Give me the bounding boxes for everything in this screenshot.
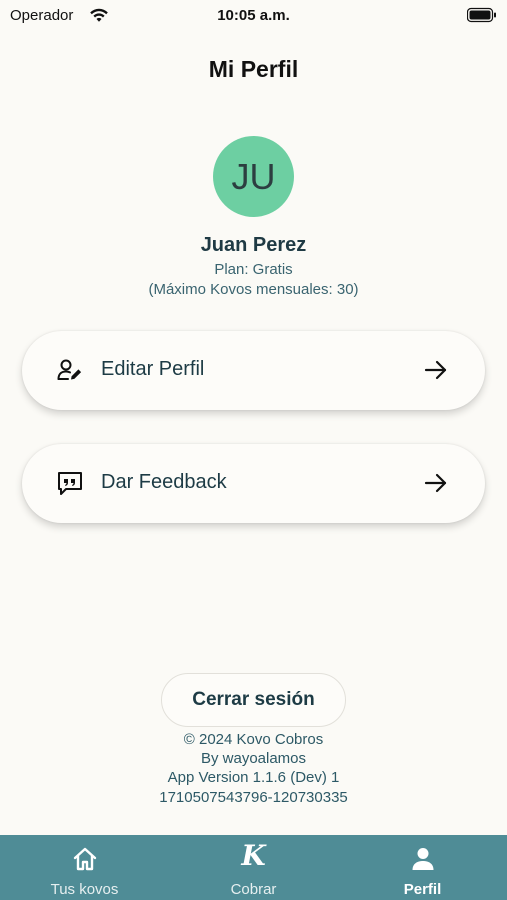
feedback-icon xyxy=(58,472,82,495)
feedback-label: Dar Feedback xyxy=(101,471,227,493)
user-name: Juan Perez xyxy=(200,234,307,256)
person-icon xyxy=(412,848,433,870)
kovo-k-icon: K xyxy=(241,839,266,872)
version-text: App Version 1.1.6 (Dev) 1 xyxy=(167,769,340,786)
nav-cobrar[interactable]: K Cobrar xyxy=(169,835,338,900)
status-bar: Operador 10:05 a.m. xyxy=(0,0,507,32)
plan-limit-text: (Máximo Kovos mensuales: 30) xyxy=(148,281,359,298)
nav-tus-kovos-label: Tus kovos xyxy=(50,881,119,898)
page-title: Mi Perfil xyxy=(208,56,299,82)
battery-icon xyxy=(467,7,496,23)
edit-user-icon xyxy=(57,359,82,380)
nav-cobrar-label: Cobrar xyxy=(230,881,277,898)
nav-tus-kovos[interactable]: Tus kovos xyxy=(0,835,169,900)
edit-profile-label: Editar Perfil xyxy=(101,358,205,380)
build-text: 1710507543796-120730335 xyxy=(159,789,348,806)
plan-text: Plan: Gratis xyxy=(214,261,293,278)
bottom-nav: Tus kovos K Cobrar Perfil xyxy=(0,835,507,900)
nav-perfil[interactable]: Perfil xyxy=(338,835,507,900)
avatar: JU xyxy=(213,136,294,217)
home-icon xyxy=(73,847,96,871)
avatar-initials: JU xyxy=(231,155,276,197)
status-time: 10:05 a.m. xyxy=(217,7,290,24)
edit-profile-button[interactable]: Editar Perfil xyxy=(22,331,485,410)
feedback-button[interactable]: Dar Feedback xyxy=(22,444,485,523)
logout-button[interactable]: Cerrar sesión xyxy=(161,673,346,727)
copyright-text: © 2024 Kovo Cobros xyxy=(183,731,324,748)
author-text: By wayoalamos xyxy=(200,750,307,767)
logout-label: Cerrar sesión xyxy=(192,689,315,710)
arrow-right-icon xyxy=(424,360,447,380)
arrow-right-icon xyxy=(424,473,447,493)
nav-perfil-label: Perfil xyxy=(403,881,442,898)
